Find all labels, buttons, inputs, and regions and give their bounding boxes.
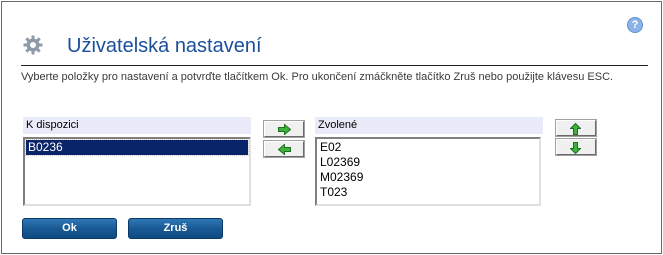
list-item[interactable]: B0236: [25, 139, 249, 156]
gear-icon: [23, 35, 43, 55]
move-right-button[interactable]: [264, 121, 304, 137]
chosen-list-label: Zvolené: [315, 117, 543, 134]
move-down-button[interactable]: [556, 139, 596, 155]
arrow-right-icon: [278, 124, 291, 135]
list-item[interactable]: E02: [318, 140, 538, 155]
help-icon[interactable]: ?: [627, 17, 643, 33]
list-item[interactable]: T023: [318, 185, 538, 200]
title-divider: [21, 65, 648, 66]
chosen-listbox[interactable]: E02 L02369 M02369 T023: [315, 137, 541, 206]
arrow-up-icon: [570, 123, 581, 135]
settings-dialog: ? Uživatelská nastavení Vyberte položky …: [1, 1, 662, 254]
list-item[interactable]: L02369: [318, 155, 538, 170]
ok-button[interactable]: Ok: [22, 218, 117, 239]
list-item[interactable]: M02369: [318, 170, 538, 185]
page-title: Uživatelská nastavení: [67, 35, 262, 57]
cancel-button[interactable]: Zruš: [128, 218, 223, 239]
available-list-label: K dispozici: [23, 117, 251, 134]
instructions-text: Vyberte položky pro nastavení a potvrďte…: [21, 71, 614, 83]
arrow-left-icon: [278, 144, 291, 155]
available-listbox[interactable]: B0236: [23, 137, 251, 206]
move-up-button[interactable]: [556, 120, 596, 136]
arrow-down-icon: [570, 142, 581, 154]
move-left-button[interactable]: [264, 141, 304, 157]
